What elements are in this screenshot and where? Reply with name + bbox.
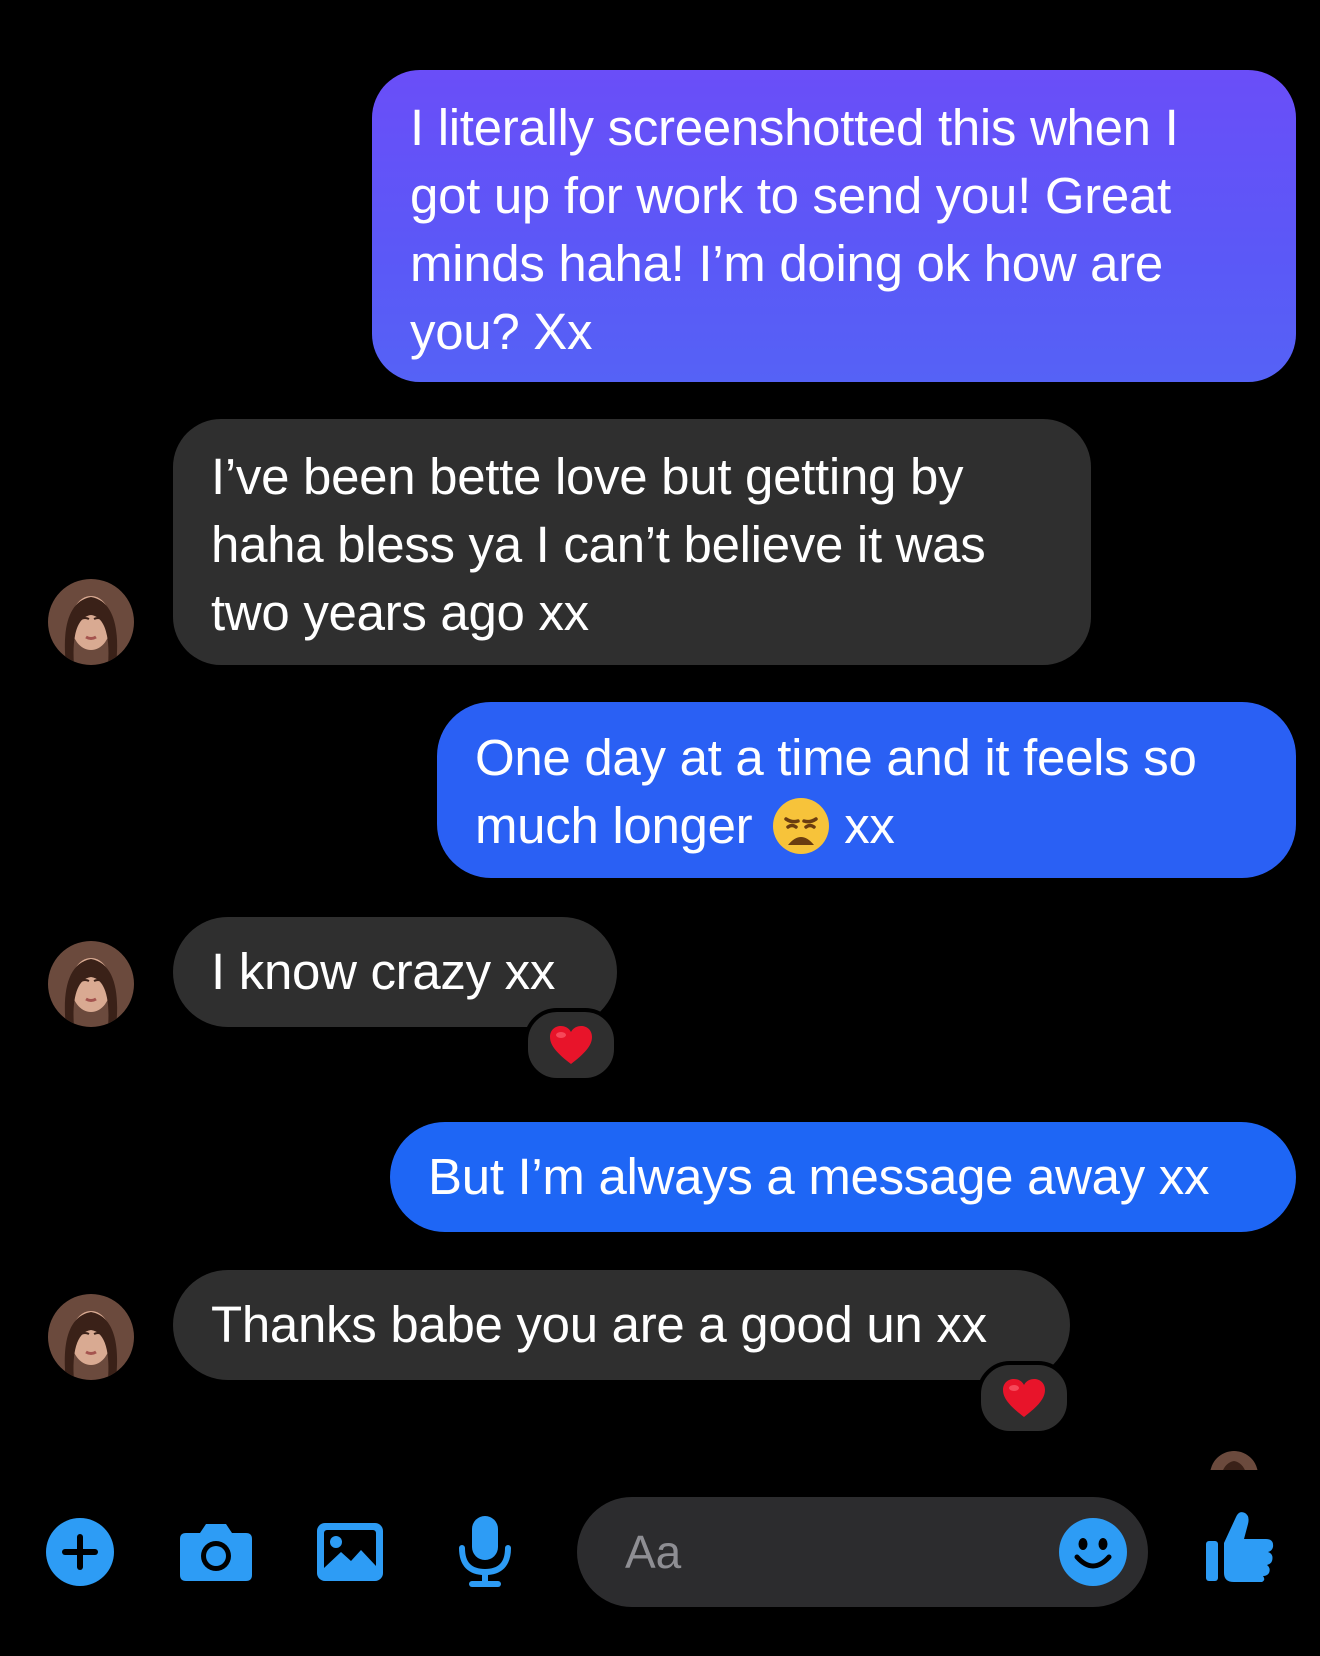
message-bubble-incoming[interactable]: Thanks babe you are a good un xx (173, 1270, 1070, 1380)
message-bubble-outgoing[interactable]: But I’m always a message away xx (390, 1122, 1296, 1232)
microphone-icon (459, 1516, 511, 1587)
message-line: got up for work to send you! Great (410, 167, 1171, 224)
gallery-button[interactable] (310, 1512, 390, 1592)
like-button[interactable] (1202, 1506, 1278, 1586)
message-line: much longer xx (475, 792, 1258, 860)
red-heart-icon (550, 1026, 592, 1064)
plus-button[interactable] (40, 1512, 120, 1592)
message-line: I know crazy xx (211, 943, 556, 1000)
camera-icon (180, 1524, 252, 1581)
weary-face-emoji-icon (773, 798, 830, 854)
message-line: minds haha! I’m doing ok how are (410, 235, 1163, 292)
red-heart-icon (1003, 1379, 1045, 1417)
message-line: you? Xx (410, 303, 593, 360)
contact-avatar[interactable] (48, 941, 134, 1027)
message-line: Thanks babe you are a good un xx (211, 1296, 987, 1353)
message-line-text: xx (844, 797, 895, 854)
message-input-placeholder: Aa (625, 1526, 682, 1578)
heart-reaction[interactable] (524, 1008, 618, 1082)
message-line-text: much longer (475, 797, 767, 854)
message-bubble-outgoing[interactable]: I literally screenshotted this when I go… (372, 70, 1296, 382)
message-bubble-incoming[interactable]: I’ve been bette love but getting by haha… (173, 419, 1091, 665)
smiley-icon (1059, 1518, 1127, 1586)
message-bubble-outgoing[interactable]: One day at a time and it feels so much l… (437, 702, 1296, 878)
emoji-button[interactable] (1058, 1517, 1128, 1587)
message-line: two years ago xx (211, 584, 589, 641)
message-line: I’ve been bette love but getting by (211, 448, 964, 505)
message-line: But I’m always a message away xx (428, 1148, 1210, 1205)
message-input[interactable]: Aa (577, 1497, 1148, 1607)
gallery-icon (317, 1523, 383, 1581)
heart-reaction[interactable] (977, 1361, 1071, 1435)
plus-icon (46, 1518, 114, 1586)
thumbs-up-icon (1206, 1512, 1274, 1582)
microphone-button[interactable] (445, 1512, 525, 1592)
contact-avatar[interactable] (48, 1294, 134, 1380)
message-line: haha bless ya I can’t believe it was (211, 516, 986, 573)
message-line: I literally screenshotted this when I (410, 99, 1179, 156)
message-line: One day at a time and it feels so (475, 729, 1197, 786)
contact-avatar[interactable] (48, 579, 134, 665)
camera-button[interactable] (176, 1512, 256, 1592)
